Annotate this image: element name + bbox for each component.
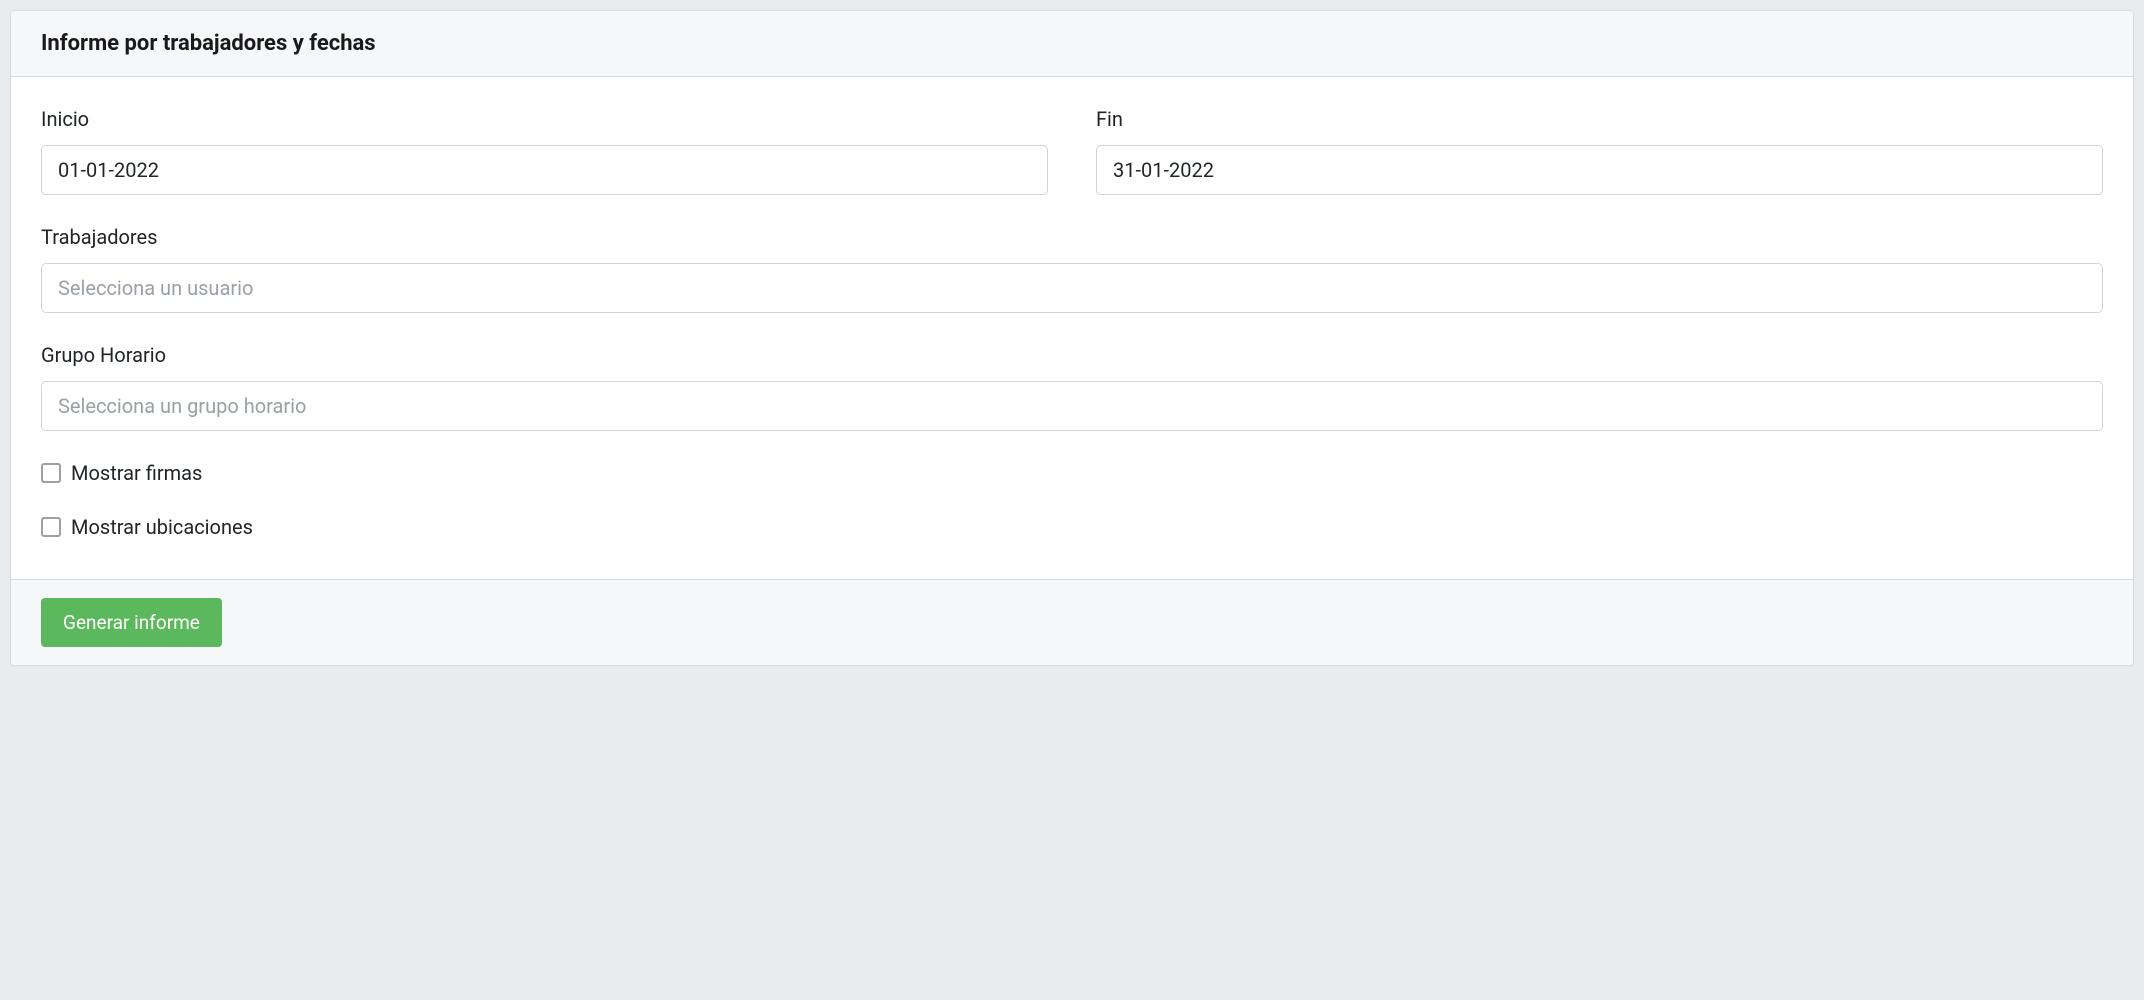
generar-informe-button[interactable]: Generar informe (41, 598, 222, 647)
fin-group: Fin (1096, 107, 2103, 195)
inicio-label: Inicio (41, 107, 1048, 131)
mostrar-ubicaciones-group: Mostrar ubicaciones (41, 515, 2103, 539)
card-header: Informe por trabajadores y fechas (11, 11, 2133, 77)
inicio-input[interactable] (41, 145, 1048, 195)
report-form-card: Informe por trabajadores y fechas Inicio… (10, 10, 2134, 666)
grupo-horario-group: Grupo Horario (41, 343, 2103, 431)
fin-input[interactable] (1096, 145, 2103, 195)
trabajadores-input[interactable] (41, 263, 2103, 313)
trabajadores-label: Trabajadores (41, 225, 2103, 249)
card-footer: Generar informe (11, 579, 2133, 665)
card-title: Informe por trabajadores y fechas (41, 31, 2103, 56)
mostrar-firmas-label[interactable]: Mostrar firmas (71, 461, 202, 485)
mostrar-firmas-group: Mostrar firmas (41, 461, 2103, 485)
inicio-group: Inicio (41, 107, 1048, 195)
mostrar-firmas-checkbox[interactable] (41, 463, 61, 483)
grupo-horario-input[interactable] (41, 381, 2103, 431)
date-range-row: Inicio Fin (41, 107, 2103, 195)
grupo-horario-label: Grupo Horario (41, 343, 2103, 367)
mostrar-ubicaciones-label[interactable]: Mostrar ubicaciones (71, 515, 253, 539)
mostrar-ubicaciones-checkbox[interactable] (41, 517, 61, 537)
fin-label: Fin (1096, 107, 2103, 131)
card-body: Inicio Fin Trabajadores Grupo Horario Mo… (11, 77, 2133, 579)
trabajadores-group: Trabajadores (41, 225, 2103, 313)
